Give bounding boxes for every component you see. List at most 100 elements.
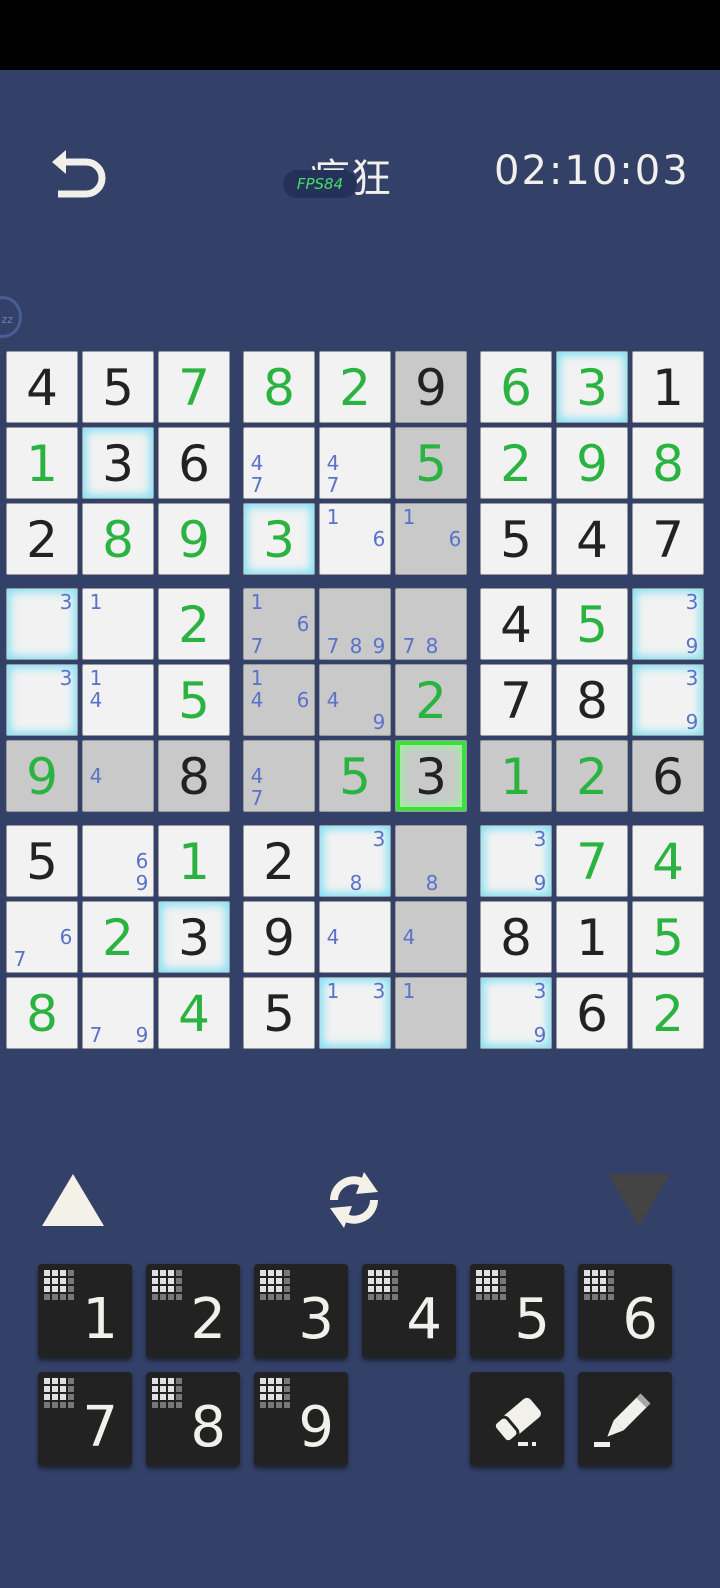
sudoku-cell[interactable]: 2 [243, 825, 315, 897]
number-key-2[interactable]: 2 [146, 1264, 240, 1358]
sudoku-cell[interactable]: 47 [243, 740, 315, 812]
number-key-9[interactable]: 9 [254, 1372, 348, 1466]
sudoku-cell[interactable]: 14 [82, 664, 154, 736]
sudoku-cell[interactable]: 5 [556, 588, 628, 660]
sudoku-cell[interactable]: 79 [82, 977, 154, 1049]
sudoku-cell[interactable]: 2 [632, 977, 704, 1049]
sudoku-cell[interactable]: 3 [6, 588, 78, 660]
sudoku-cell[interactable]: 6 [158, 427, 230, 499]
number-key-1[interactable]: 1 [38, 1264, 132, 1358]
sudoku-cell[interactable]: 7 [158, 351, 230, 423]
sudoku-cell[interactable]: 8 [6, 977, 78, 1049]
sudoku-cell[interactable]: 7 [632, 503, 704, 575]
sudoku-cell[interactable]: 3 [82, 427, 154, 499]
sudoku-cell[interactable]: 3 [395, 740, 467, 812]
sudoku-cell[interactable]: 67 [6, 901, 78, 973]
sudoku-cell[interactable]: 8 [243, 351, 315, 423]
sudoku-cell[interactable]: 47 [319, 427, 391, 499]
sudoku-cell[interactable]: 5 [6, 825, 78, 897]
sudoku-cell[interactable]: 4 [158, 977, 230, 1049]
sudoku-cell[interactable]: 7 [480, 664, 552, 736]
sudoku-cell[interactable]: 2 [158, 588, 230, 660]
sudoku-cell[interactable]: 5 [243, 977, 315, 1049]
number-key-6[interactable]: 6 [578, 1264, 672, 1358]
sudoku-cell[interactable]: 9 [395, 351, 467, 423]
previous-button[interactable] [40, 1172, 106, 1232]
sudoku-cell[interactable]: 16 [395, 503, 467, 575]
sudoku-cell[interactable]: 1 [395, 977, 467, 1049]
sudoku-cell[interactable]: 78 [395, 588, 467, 660]
sudoku-cell[interactable]: 3 [6, 664, 78, 736]
sudoku-cell[interactable]: 47 [243, 427, 315, 499]
sudoku-cell[interactable]: 39 [632, 664, 704, 736]
sudoku-cell[interactable]: 4 [480, 588, 552, 660]
sudoku-cell[interactable]: 4 [319, 901, 391, 973]
sudoku-cell[interactable]: 4 [395, 901, 467, 973]
sudoku-cell[interactable]: 2 [6, 503, 78, 575]
sudoku-cell[interactable]: 39 [480, 825, 552, 897]
sudoku-cell[interactable]: 16 [319, 503, 391, 575]
sudoku-cell[interactable]: 8 [158, 740, 230, 812]
sudoku-cell[interactable]: 3 [243, 503, 315, 575]
sudoku-cell[interactable]: 1 [556, 901, 628, 973]
sudoku-cell[interactable]: 9 [158, 503, 230, 575]
sudoku-cell[interactable]: 39 [632, 588, 704, 660]
sudoku-cell[interactable]: 2 [82, 901, 154, 973]
sudoku-cell[interactable]: 5 [395, 427, 467, 499]
sudoku-cell[interactable]: 9 [556, 427, 628, 499]
cell-digit: 4 [178, 985, 210, 1043]
sudoku-cell[interactable]: 4 [556, 503, 628, 575]
number-key-4[interactable]: 4 [362, 1264, 456, 1358]
sudoku-cell[interactable]: 4 [632, 825, 704, 897]
sudoku-cell[interactable]: 1 [480, 740, 552, 812]
sudoku-cell[interactable]: 6 [556, 977, 628, 1049]
sudoku-cell[interactable]: 5 [319, 740, 391, 812]
sudoku-cell[interactable]: 4 [6, 351, 78, 423]
sudoku-cell[interactable]: 3 [556, 351, 628, 423]
sudoku-cell[interactable]: 14 6 [243, 664, 315, 736]
sudoku-cell[interactable]: 4 [82, 740, 154, 812]
sudoku-cell[interactable]: 3 [158, 901, 230, 973]
sudoku-cell[interactable]: 9 [243, 901, 315, 973]
sudoku-cell[interactable]: 38 [319, 825, 391, 897]
sudoku-cell[interactable]: 8 [556, 664, 628, 736]
sudoku-cell[interactable]: 1 [6, 427, 78, 499]
sudoku-cell[interactable]: 9 [6, 740, 78, 812]
sudoku-cell[interactable]: 1 6 7 [243, 588, 315, 660]
sudoku-cell[interactable]: 5 [82, 351, 154, 423]
sudoku-cell[interactable]: 2 [319, 351, 391, 423]
pencil-note: 3 [372, 979, 386, 1003]
number-key-8[interactable]: 8 [146, 1372, 240, 1466]
sudoku-cell[interactable]: 8 [480, 901, 552, 973]
refresh-button[interactable] [318, 1164, 390, 1240]
sudoku-cell[interactable]: 2 [395, 664, 467, 736]
sudoku-cell[interactable]: 13 [319, 977, 391, 1049]
eraser-button[interactable] [470, 1372, 564, 1466]
sudoku-cell[interactable]: 5 [632, 901, 704, 973]
sudoku-cell[interactable]: 49 [319, 664, 391, 736]
sudoku-cell[interactable]: 1 [632, 351, 704, 423]
number-key-7[interactable]: 7 [38, 1372, 132, 1466]
grid-dots-icon [152, 1270, 182, 1300]
pencil-button[interactable] [578, 1372, 672, 1466]
pencil-note: 3 [685, 666, 699, 690]
sudoku-cell[interactable]: 5 [158, 664, 230, 736]
sudoku-cell[interactable]: 789 [319, 588, 391, 660]
sudoku-cell[interactable]: 8 [395, 825, 467, 897]
sudoku-cell[interactable]: 2 [480, 427, 552, 499]
next-button[interactable] [606, 1172, 672, 1232]
sudoku-cell[interactable]: 1 [158, 825, 230, 897]
cell-digit: 1 [576, 909, 608, 967]
sudoku-cell[interactable]: 2 [556, 740, 628, 812]
number-key-5[interactable]: 5 [470, 1264, 564, 1358]
sudoku-cell[interactable]: 8 [632, 427, 704, 499]
sudoku-cell[interactable]: 69 [82, 825, 154, 897]
sudoku-cell[interactable]: 39 [480, 977, 552, 1049]
sudoku-cell[interactable]: 5 [480, 503, 552, 575]
sudoku-cell[interactable]: 1 [82, 588, 154, 660]
sudoku-cell[interactable]: 6 [632, 740, 704, 812]
sudoku-cell[interactable]: 8 [82, 503, 154, 575]
sudoku-cell[interactable]: 6 [480, 351, 552, 423]
sudoku-cell[interactable]: 7 [556, 825, 628, 897]
number-key-3[interactable]: 3 [254, 1264, 348, 1358]
